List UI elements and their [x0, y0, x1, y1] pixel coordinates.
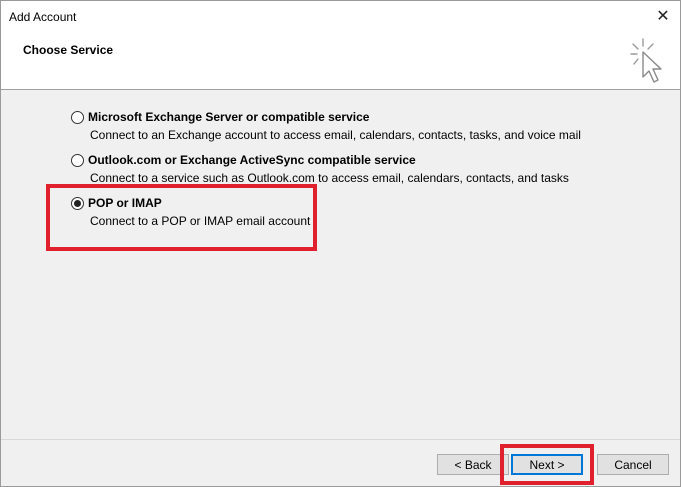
cursor-click-icon — [630, 38, 662, 83]
radio-outlook-com[interactable] — [71, 154, 84, 167]
option-label[interactable]: Microsoft Exchange Server or compatible … — [88, 110, 369, 124]
option-description: Connect to an Exchange account to access… — [90, 128, 581, 142]
page-title: Choose Service — [23, 43, 114, 57]
option-label[interactable]: Outlook.com or Exchange ActiveSync compa… — [88, 153, 416, 167]
title-bar: Add Account ✕ — [1, 1, 680, 31]
footer-divider — [1, 439, 680, 440]
window-title: Add Account — [9, 10, 77, 24]
back-button[interactable]: < Back — [437, 454, 509, 475]
highlight-box-option — [46, 184, 317, 251]
add-account-dialog: Add Account ✕ Choose Service Microsoft E… — [0, 0, 681, 487]
cancel-button[interactable]: Cancel — [597, 454, 669, 475]
dialog-header: Choose Service — [1, 31, 680, 90]
radio-exchange[interactable] — [71, 111, 84, 124]
highlight-box-next — [500, 444, 594, 485]
close-button[interactable]: ✕ — [650, 4, 676, 28]
option-description: Connect to a service such as Outlook.com… — [90, 171, 569, 185]
close-icon: ✕ — [656, 8, 670, 25]
